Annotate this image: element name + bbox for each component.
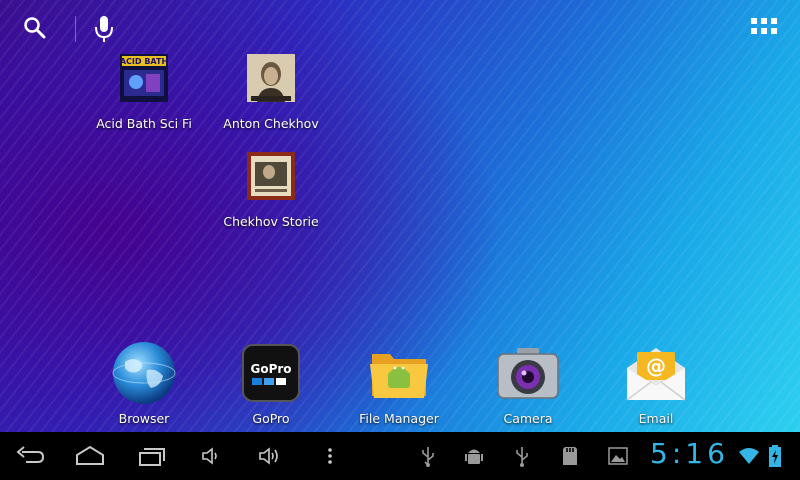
- recent-apps-button[interactable]: [134, 440, 170, 472]
- shortcut-label: Anton Chekhov: [223, 116, 319, 131]
- dock-label: GoPro: [252, 411, 290, 426]
- back-button[interactable]: [12, 440, 48, 472]
- search-icon: [24, 17, 46, 39]
- anton-chekhov-portrait-icon: [247, 54, 295, 102]
- wifi-status: [736, 444, 762, 468]
- search-bar: [0, 0, 800, 56]
- svg-text:ACID BATH: ACID BATH: [120, 57, 168, 66]
- back-arrow-icon: [16, 446, 45, 463]
- volume-up-button[interactable]: [254, 440, 288, 472]
- volume-down-button[interactable]: [196, 440, 226, 472]
- dock-label: Camera: [503, 411, 553, 426]
- dock-gopro[interactable]: GoPro GoPro: [221, 340, 321, 426]
- debug-status: [462, 444, 486, 468]
- sd-card-status: [560, 444, 580, 468]
- overflow-menu-icon: [328, 448, 332, 464]
- all-apps-button[interactable]: [744, 12, 784, 46]
- dock-label: Browser: [118, 411, 170, 426]
- screenshot-status: [606, 444, 630, 468]
- email-envelope-icon: @: [626, 348, 686, 401]
- gopro-icon: GoPro: [242, 344, 300, 402]
- dock-label: Email: [638, 411, 674, 426]
- usb-status-2: [512, 444, 532, 468]
- shortcut-label: Chekhov Storie: [223, 214, 319, 229]
- voice-search-button[interactable]: [88, 10, 120, 46]
- wifi-icon: [739, 448, 759, 464]
- shortcut-chekhov-stories[interactable]: Chekhov Storie: [223, 152, 319, 229]
- home-button[interactable]: [72, 440, 108, 472]
- volume-down-icon: [202, 447, 217, 465]
- volume-up-icon: [259, 447, 278, 465]
- usb-status: [418, 444, 438, 468]
- screenshot-image-icon: [608, 447, 628, 465]
- folder-android-icon: [370, 354, 428, 398]
- usb-icon: [422, 447, 434, 467]
- home-icon: [76, 445, 104, 465]
- chekhov-stories-book-icon: [247, 152, 295, 200]
- usb-icon: [516, 447, 528, 467]
- android-debug-icon: [465, 449, 483, 464]
- svg-text:@: @: [646, 354, 666, 378]
- status-clock: 5:16: [650, 437, 729, 470]
- dock-label: File Manager: [359, 411, 439, 426]
- acid-bath-album-icon: ACID BATH: [120, 54, 168, 102]
- battery-charging-icon: [769, 445, 781, 467]
- shortcut-label: Acid Bath Sci Fi: [96, 116, 192, 131]
- battery-status: [766, 444, 784, 468]
- dock-file-manager[interactable]: File Manager: [349, 340, 449, 426]
- sd-card-icon: [563, 447, 577, 465]
- shortcut-anton-chekhov[interactable]: Anton Chekhov: [223, 54, 319, 131]
- svg-text:GoPro: GoPro: [250, 362, 291, 376]
- globe-icon: [112, 342, 176, 404]
- shortcut-acid-bath[interactable]: ACID BATH Acid Bath Sci Fi: [96, 54, 192, 131]
- search-divider: [75, 16, 76, 42]
- dock-browser[interactable]: Browser: [94, 340, 194, 426]
- camera-icon: [497, 348, 559, 399]
- menu-button[interactable]: [320, 440, 340, 472]
- dock-email[interactable]: @ Email: [606, 340, 706, 426]
- microphone-icon: [95, 16, 113, 42]
- recent-apps-icon: [139, 448, 165, 466]
- search-button[interactable]: [16, 10, 56, 46]
- app-grid-icon: [751, 18, 777, 34]
- dock-camera[interactable]: Camera: [478, 340, 578, 426]
